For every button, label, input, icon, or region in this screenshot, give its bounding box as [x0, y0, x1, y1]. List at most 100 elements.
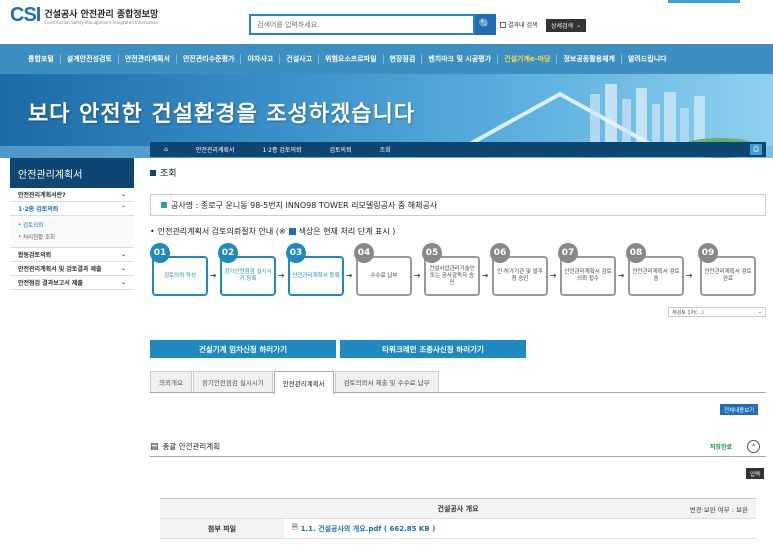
- page-title-text: 조회: [160, 169, 177, 179]
- sidebar-item-about[interactable]: 안전관리계획서란? ⌄: [10, 188, 134, 202]
- nav-item[interactable]: 통합포털: [22, 54, 60, 64]
- nav-item[interactable]: 알려드립니다: [620, 54, 673, 64]
- checkbox-box[interactable]: [500, 21, 506, 28]
- procedure-step: 01 검토의뢰 작성 ➔: [150, 243, 217, 298]
- checkbox-label: 결과내 검색: [508, 22, 538, 29]
- chevron-up-icon: ⌃: [120, 205, 126, 212]
- logo-title: 건설공사 안전관리 종합정보망: [44, 9, 159, 20]
- step-number: 08: [626, 243, 646, 263]
- arrow-right-icon: ➔: [550, 271, 557, 280]
- view-all-button[interactable]: 전체내용보기: [720, 404, 759, 415]
- page-title: 조회: [150, 166, 177, 179]
- logo-text: 건설공사 안전관리 종합정보망 Construction Safety Mana…: [44, 7, 158, 25]
- procedure-step: 07 안전관리계획서 검토의뢰 접수 ➔: [558, 243, 625, 298]
- sidebar-title: 안전관리계획서: [10, 158, 134, 188]
- tab-item[interactable]: 정기안전점검 실시시기: [192, 371, 273, 392]
- chevron-down-icon: ⌄: [120, 265, 126, 272]
- sidebar: 안전관리계획서 안전관리계획서란? ⌄ 1·2종 검토의뢰 ⌃ • 검토의뢰 •…: [10, 158, 134, 290]
- breadcrumb-item[interactable]: 1·2종 검토의뢰: [248, 145, 315, 154]
- arrow-right-icon: ➔: [618, 271, 625, 280]
- document-icon: ▤: [150, 441, 159, 452]
- nav-item[interactable]: 현장점검: [382, 54, 422, 64]
- chevron-up-icon[interactable]: ⌃: [747, 440, 760, 453]
- arrow-right-icon: ➔: [210, 271, 217, 280]
- guide-bullet: •: [150, 227, 155, 236]
- tab-item[interactable]: 검토의뢰서 제출 및 수수료 납부: [334, 371, 439, 392]
- project-name: 공사명 : 종로구 운니동 98-5번지 INNO98 TOWER 리모델링공사…: [171, 200, 438, 210]
- nav-item[interactable]: 안전관리수준평가: [175, 54, 241, 64]
- nav-item[interactable]: 건설기계e-마당: [497, 54, 556, 64]
- sidebar-subitem-review[interactable]: • 검토의뢰: [18, 219, 134, 231]
- home-icon[interactable]: ⌂: [150, 146, 182, 153]
- input-button[interactable]: 입력: [746, 468, 765, 479]
- step-number: 07: [558, 243, 578, 263]
- result-search-checkbox[interactable]: 결과내 검색: [500, 20, 538, 29]
- revision-select[interactable]: 재검토 1차(...) ⌄: [668, 307, 766, 317]
- nav-item[interactable]: 벤치마크 및 시공평가: [421, 54, 497, 64]
- tab-item[interactable]: 안전관리계획서: [273, 371, 334, 394]
- crane-operator-button[interactable]: 타워크레인 조종사신청 하러가기: [340, 340, 526, 358]
- arrow-right-icon: ➔: [414, 271, 421, 280]
- logo-subtitle: Construction Safety Management Integrate…: [44, 19, 159, 25]
- nav-item[interactable]: 정보공동활용체계: [556, 54, 621, 64]
- print-icon[interactable]: ⎙: [750, 144, 762, 155]
- sidebar-item-review-request[interactable]: 1·2종 검토의뢰 ⌃: [10, 202, 134, 216]
- step-number: 06: [490, 243, 510, 263]
- sidebar-subitem-label: 처리현황 조회: [23, 235, 56, 241]
- top-header: CSI 건설공사 안전관리 종합정보망 Construction Safety …: [0, 0, 773, 44]
- procedure-step: 08 안전관리계획서 검토중 ➔: [626, 243, 693, 298]
- step-number: 09: [698, 243, 718, 263]
- sidebar-item-label: 1·2종 검토의뢰: [18, 206, 59, 213]
- breadcrumb-item[interactable]: 안전관리계획서: [182, 145, 249, 154]
- nav-item[interactable]: 야차사고: [240, 54, 279, 64]
- arrow-right-icon: ➔: [346, 271, 353, 280]
- nav-item[interactable]: 위험요소프로파일: [318, 54, 383, 64]
- table-head: 건설공사 개요 변경·보완 여부 : 보완: [160, 499, 756, 518]
- table-head-title: 건설공사 개요: [437, 504, 479, 513]
- machine-rental-button[interactable]: 건설기계 임차신청 하러가기: [150, 340, 336, 358]
- tab-bar: 의뢰개요 정기안전점검 실시시기 안전관리계획서 검토의뢰서 제출 및 수수료 납부: [150, 371, 766, 394]
- attachment-value: 🗎 1.1. 건설공사의 개요.pdf ( 662.85 KB ): [284, 523, 435, 534]
- step-number: 01: [150, 243, 170, 263]
- project-bullet: [161, 202, 167, 208]
- sidebar-item-joint-review[interactable]: 합동검토의뢰 ⌄: [10, 248, 134, 262]
- search-box: [249, 14, 475, 35]
- search-input[interactable]: [251, 16, 473, 33]
- breadcrumb-item[interactable]: 검토의뢰: [316, 145, 366, 154]
- legend-swatch: [288, 228, 296, 235]
- main-nav: 통합포털 설계안전성검토 안전관리계획서 안전관리수준평가 야차사고 건설사고 위험요소프로…: [0, 44, 773, 74]
- chevron-down-icon: ⌄: [120, 191, 126, 198]
- saved-status: 저장완료: [709, 444, 732, 451]
- tab-item[interactable]: 의뢰개요: [150, 371, 192, 392]
- nav-item[interactable]: 안전관리계획서: [117, 54, 176, 64]
- guide-text: 색상은 현재 처리 단계 표시 ): [298, 227, 396, 236]
- attachment-label: 첨부 파일: [160, 519, 284, 538]
- top-accent-bar: [668, 0, 740, 3]
- table-row: 건설공사 개요 변경·보완 여부 : 보완: [160, 499, 756, 519]
- title-bullet: [150, 169, 156, 176]
- procedure-step: 05 건설사업관리기술인 또는 공사감독자 승인 ➔: [422, 243, 489, 298]
- chevron-down-icon: ⌄: [120, 251, 126, 258]
- procedure-step: 09 안전관리계획서 검토완료: [698, 243, 756, 298]
- site-logo[interactable]: CSI 건설공사 안전관리 종합정보망 Construction Safety …: [10, 4, 158, 27]
- procedure-step: 02 정기안전점검 실시시기 등록 ➔: [218, 243, 285, 298]
- sidebar-item-label: 안전점검 결과보고서 제출: [18, 280, 83, 287]
- arrow-right-icon: ➔: [278, 271, 285, 280]
- sidebar-item-label: 합동검토의뢰: [18, 252, 52, 259]
- search-icon[interactable]: 🔍: [475, 14, 496, 35]
- nav-item[interactable]: 설계안전성검토: [59, 54, 118, 64]
- nav-item[interactable]: 건설사고: [279, 54, 318, 64]
- procedure-step: 03 안전관리계획서 등록 ➔: [286, 243, 353, 298]
- chevron-down-icon: ⌄: [120, 279, 126, 286]
- project-name-box: 공사명 : 종로구 운니동 98-5번지 INNO98 TOWER 리모델링공사…: [150, 194, 766, 216]
- sidebar-subitem-status[interactable]: • 처리현황 조회: [18, 231, 134, 243]
- sidebar-item-inspection-report[interactable]: 안전점검 결과보고서 제출 ⌄: [10, 276, 134, 290]
- advanced-search-button[interactable]: 상세검색 ⌄: [546, 19, 587, 32]
- arrow-right-icon: ➔: [482, 271, 489, 280]
- banner-slogan: 보다 안전한 건설환경을 조성하겠습니다: [28, 101, 416, 127]
- sidebar-item-plan-submit[interactable]: 안전관리계획서 및 검토결과 제출 ⌄: [10, 262, 134, 276]
- attachment-link[interactable]: 1.1. 건설공사의 개요.pdf ( 662.85 KB ): [301, 524, 436, 534]
- revision-status: 변경·보완 여부 : 보완: [689, 505, 748, 514]
- arrow-right-icon: ➔: [686, 271, 693, 280]
- procedure-step: 04 수수료 납부 ➔: [354, 243, 421, 298]
